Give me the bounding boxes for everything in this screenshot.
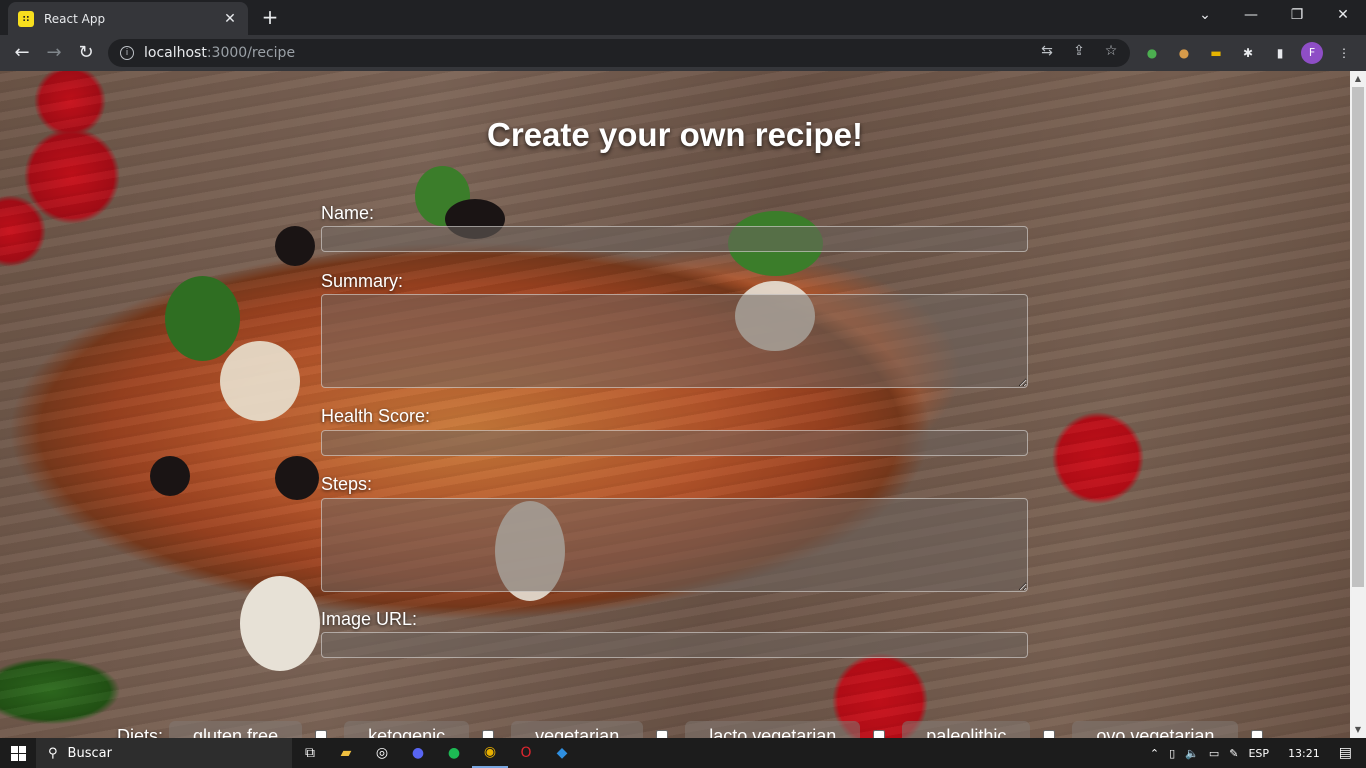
language-indicator[interactable]: ESP <box>1248 747 1269 760</box>
url-host: localhost <box>144 45 207 61</box>
start-button[interactable] <box>0 738 36 768</box>
discord-icon[interactable]: ● <box>400 738 436 768</box>
diet-option-ovo-vegetarian: ovo vegetarian <box>1072 721 1280 738</box>
pen-icon[interactable]: ✎ <box>1229 747 1238 760</box>
task-view-icon[interactable]: ⧉ <box>292 738 328 768</box>
page-scrollbar[interactable]: ▲ ▼ <box>1350 71 1366 738</box>
page-viewport: Create your own recipe! Name: Summary: H… <box>0 71 1350 738</box>
taskbar-search-placeholder: Buscar <box>67 745 112 761</box>
clock[interactable]: 13:21 <box>1288 747 1320 760</box>
diet-chip: gluten free <box>169 721 303 738</box>
share-icon[interactable]: ⇪ <box>1070 42 1088 60</box>
diet-chip: paleolithic <box>902 721 1031 738</box>
extensions-puzzle-icon[interactable]: ✱ <box>1238 43 1258 63</box>
tab-title: React App <box>44 11 106 26</box>
image-url-input[interactable] <box>321 632 1028 658</box>
volume-icon[interactable]: 🔈 <box>1185 747 1199 760</box>
site-info-icon[interactable]: i <box>120 46 134 60</box>
vscode-icon[interactable]: ◆ <box>544 738 580 768</box>
browser-menu-icon[interactable]: ⋮ <box>1334 43 1354 63</box>
new-tab-button[interactable]: + <box>259 6 281 28</box>
name-label: Name: <box>321 203 375 223</box>
diets-label: Diets: <box>117 725 164 739</box>
tab-strip: :: React App ✕ + ⌄ — ❐ ✕ <box>0 0 1366 35</box>
diet-option-gluten-free: gluten free <box>169 721 344 738</box>
notifications-icon[interactable]: ▤ <box>1339 745 1352 761</box>
page-title: Create your own recipe! <box>487 116 863 153</box>
windows-logo-icon <box>10 745 26 761</box>
mushroom-decoration <box>240 576 320 671</box>
diet-chip: lacto vegetarian <box>685 721 861 738</box>
profile-avatar[interactable]: F <box>1301 42 1323 64</box>
scroll-down-arrow-icon[interactable]: ▼ <box>1350 722 1366 738</box>
restore-button[interactable]: ❐ <box>1274 0 1320 30</box>
taskbar-search[interactable]: ⚲ Buscar <box>36 738 292 768</box>
diet-option-lacto-vegetarian: lacto vegetarian <box>685 721 902 738</box>
tab-search-icon[interactable]: ⌄ <box>1182 0 1228 30</box>
address-bar[interactable]: i localhost:3000/recipe <box>108 39 1130 67</box>
summary-label: Summary: <box>321 271 404 291</box>
diet-option-paleolithic: paleolithic <box>902 721 1072 738</box>
spotify-icon[interactable]: ● <box>436 738 472 768</box>
diet-checkbox[interactable] <box>315 730 328 738</box>
diet-checkbox[interactable] <box>656 730 669 738</box>
mozzarella-decoration <box>220 341 300 421</box>
olive-decoration <box>275 226 315 266</box>
diet-chip: ovo vegetarian <box>1072 721 1239 738</box>
diet-option-ketogenic: ketogenic <box>344 721 511 738</box>
tray-chevron-icon[interactable]: ⌃ <box>1150 747 1159 760</box>
steps-label: Steps: <box>321 474 373 494</box>
cookie-extension-icon[interactable]: ● <box>1174 43 1194 63</box>
scrollbar-thumb[interactable] <box>1352 87 1364 587</box>
folder-extension-icon[interactable]: ▬ <box>1206 43 1226 63</box>
diet-checkbox[interactable] <box>873 730 886 738</box>
network-icon[interactable]: ▭ <box>1209 747 1219 760</box>
react-app-favicon-icon: :: <box>18 10 34 27</box>
diet-checkbox[interactable] <box>482 730 495 738</box>
steps-textarea[interactable] <box>321 498 1028 592</box>
chrome-icon[interactable]: ◉ <box>472 738 508 768</box>
steam-icon[interactable]: ◎ <box>364 738 400 768</box>
forward-button[interactable]: → <box>42 41 66 65</box>
bookmark-star-icon[interactable]: ☆ <box>1102 42 1120 60</box>
diet-option-vegetarian: vegetarian <box>511 721 685 738</box>
name-input[interactable] <box>321 226 1028 252</box>
device-icon[interactable]: ▯ <box>1169 747 1175 760</box>
diet-checkbox[interactable] <box>1043 730 1056 738</box>
basil-leaf-decoration <box>165 276 240 361</box>
scroll-up-arrow-icon[interactable]: ▲ <box>1350 71 1366 87</box>
opera-icon[interactable]: O <box>508 738 544 768</box>
summary-textarea[interactable] <box>321 294 1028 388</box>
url-path: :3000/recipe <box>206 45 296 61</box>
image-url-label: Image URL: <box>321 609 418 629</box>
close-tab-icon[interactable]: ✕ <box>222 11 238 27</box>
system-tray: ⌃ ▯ 🔈 ▭ ✎ ESP 13:21 ▤ <box>1145 738 1366 768</box>
minimize-button[interactable]: — <box>1228 0 1274 30</box>
reload-button[interactable]: ↻ <box>74 41 98 65</box>
diet-chip: vegetarian <box>511 721 644 738</box>
download-extension-icon[interactable]: ● <box>1142 43 1162 63</box>
olive-decoration <box>275 456 319 500</box>
health-score-label: Health Score: <box>321 406 431 426</box>
browser-tab[interactable]: :: React App ✕ <box>8 2 248 35</box>
browser-toolbar: ← → ↻ i localhost:3000/recipe ⇆ ⇪ ☆ ● ● … <box>0 35 1366 71</box>
diets-row: Diets: gluten free ketogenic vegetarian … <box>117 721 1280 738</box>
health-score-input[interactable] <box>321 430 1028 456</box>
close-window-button[interactable]: ✕ <box>1320 0 1366 30</box>
search-icon: ⚲ <box>48 745 58 761</box>
side-panel-icon[interactable]: ▮ <box>1270 43 1290 63</box>
diet-chip: ketogenic <box>344 721 470 738</box>
diet-checkbox[interactable] <box>1251 730 1264 738</box>
olive-decoration <box>150 456 190 496</box>
windows-taskbar: ⚲ Buscar ⧉ ▰ ◎ ● ● ◉ O ◆ ⌃ ▯ 🔈 ▭ ✎ ESP 1… <box>0 738 1366 768</box>
translate-icon[interactable]: ⇆ <box>1038 42 1056 60</box>
back-button[interactable]: ← <box>10 41 34 65</box>
file-explorer-icon[interactable]: ▰ <box>328 738 364 768</box>
